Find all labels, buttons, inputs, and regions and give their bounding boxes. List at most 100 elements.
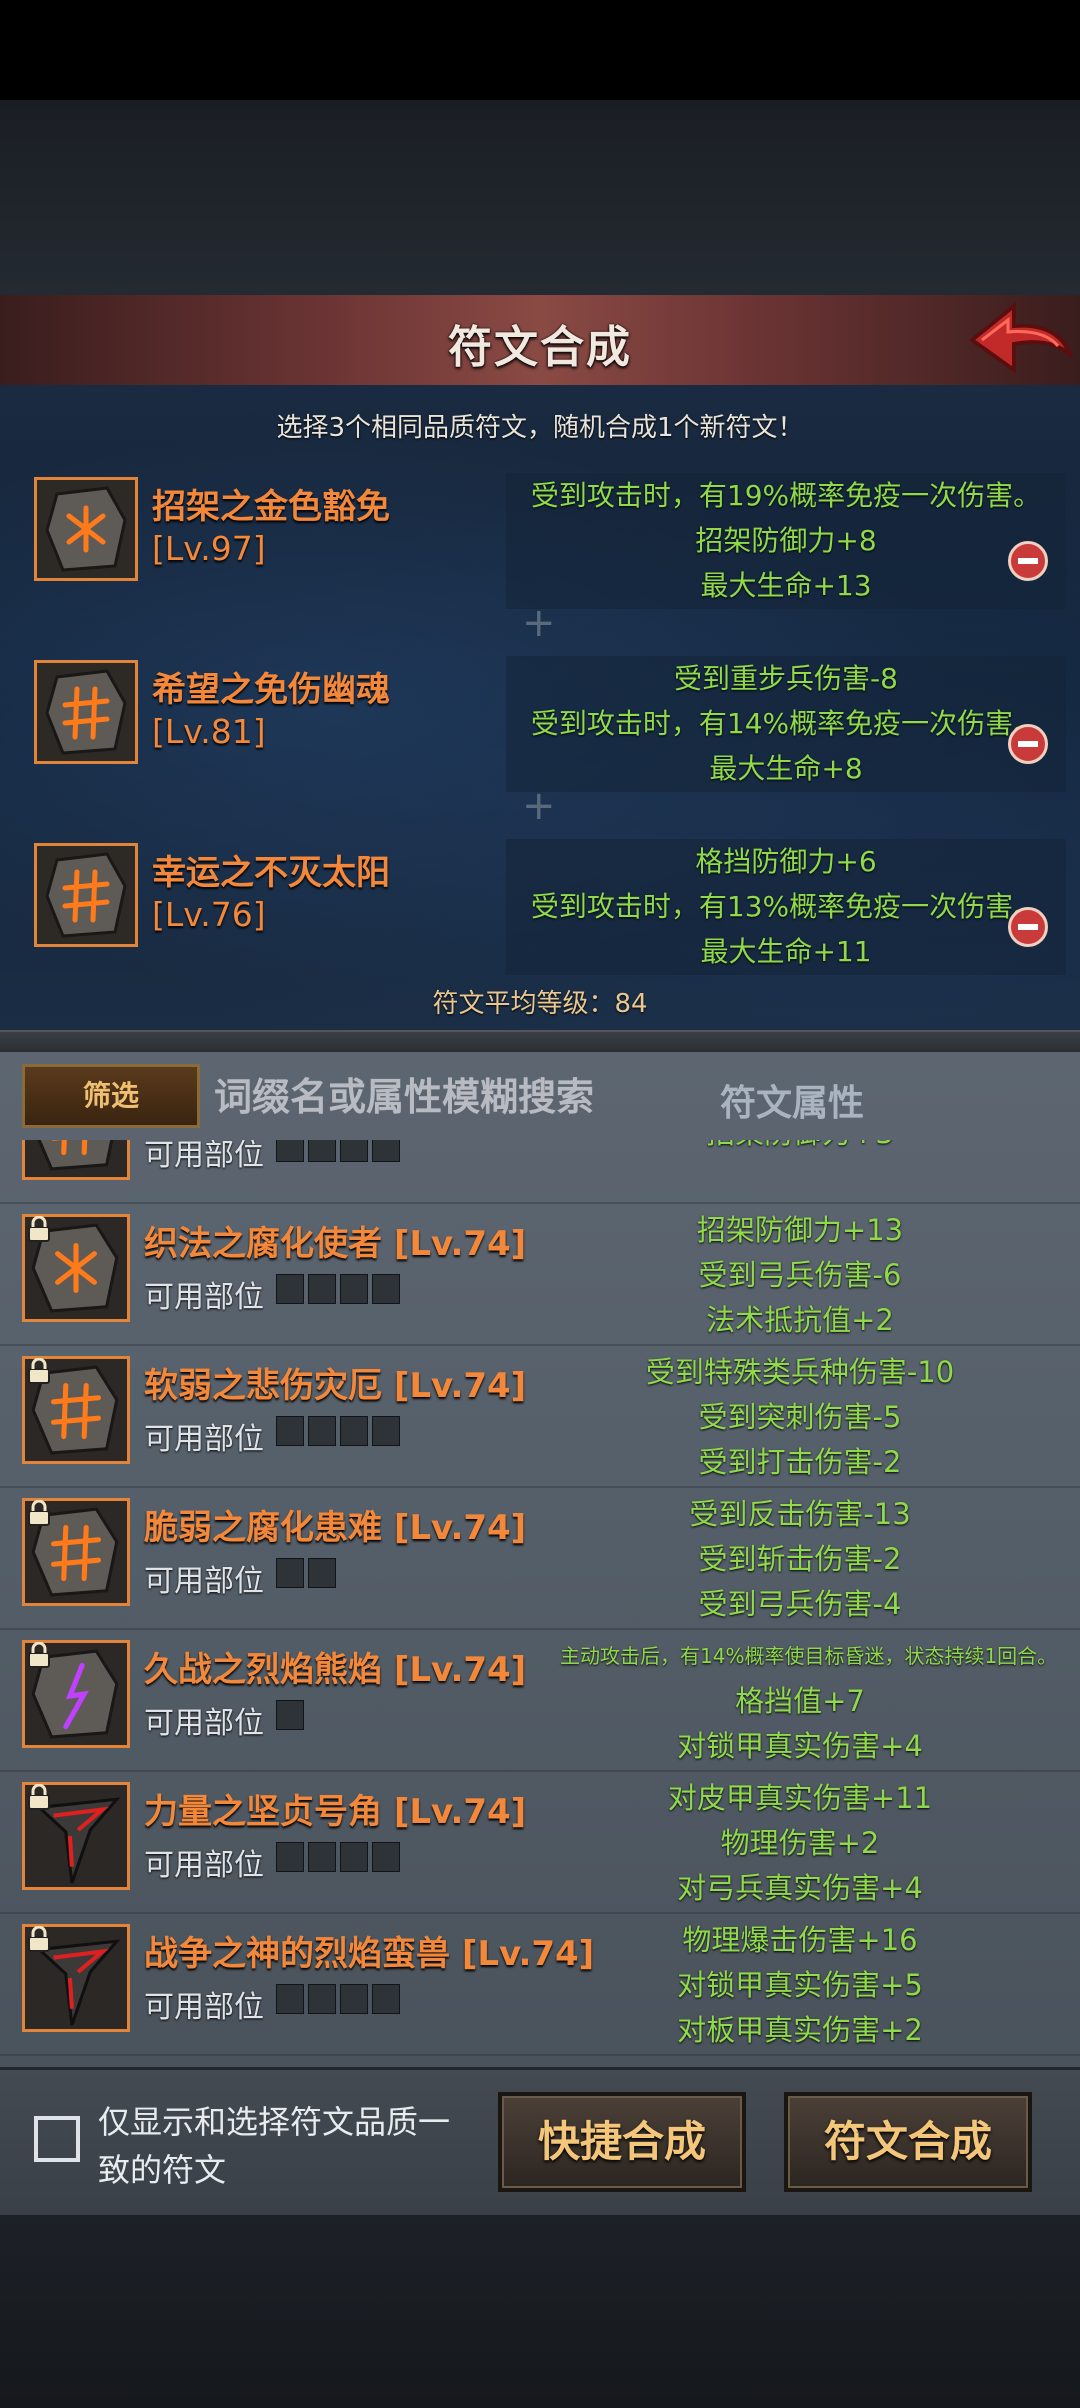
attribute-line: 招架防御力+8 xyxy=(695,524,877,557)
lock-icon xyxy=(28,1784,50,1810)
rune-level-text: [Lv.74] xyxy=(393,1366,527,1406)
rune-attributes: 对皮甲真实伤害+11 物理伤害+2 对弓兵真实伤害+4 xyxy=(560,1776,1040,1911)
search-input[interactable] xyxy=(212,1066,676,1128)
rune-name: 力量之坚贞号角 [Lv.74] xyxy=(144,1784,526,1833)
usable-parts-label: 可用部位 xyxy=(144,1564,264,1599)
rune-name: 希望之免伤幽魂 xyxy=(152,670,390,710)
attribute-filter-tab[interactable]: 符文属性 xyxy=(720,1074,864,1126)
usable-parts-label: 可用部位 xyxy=(144,1280,264,1315)
remove-rune-button[interactable] xyxy=(1008,724,1048,764)
rune-list-row[interactable]: 软弱之悲伤灾厄 [Lv.74] 可用部位 受到特殊类兵种伤害-10 受到突刺伤害-5 受… xyxy=(0,1344,1080,1488)
equip-part-icon xyxy=(276,1842,304,1872)
rune-level: [Lv.81] xyxy=(152,712,266,751)
usable-parts-label: 可用部位 xyxy=(144,1848,264,1883)
average-level: 符文平均等级：84 xyxy=(432,989,648,1019)
rune-level-text: [Lv.74] xyxy=(393,1792,527,1832)
equip-part-icon xyxy=(372,1274,400,1304)
attribute-line: 最大生命+13 xyxy=(700,569,872,602)
rune-list-row[interactable]: 织法之腐化使者 [Lv.74] 可用部位 招架防御力+13 受到弓兵伤害-6 法术抵抗值… xyxy=(0,1202,1080,1346)
rune-name: 脆弱之腐化患难 [Lv.74] xyxy=(144,1500,526,1549)
attribute-line: 招架防御力+3 xyxy=(560,1140,1040,1156)
top-dark-area xyxy=(0,100,1080,295)
rune-name-text: 织法之腐化使者 xyxy=(144,1224,382,1264)
attribute-line: 格挡值+7 xyxy=(735,1684,865,1718)
usable-parts xyxy=(276,1416,400,1450)
attribute-line: 受到斩击伤害-2 xyxy=(698,1542,902,1576)
attribute-line: 受到攻击时，有14%概率免疫一次伤害。 xyxy=(530,707,1042,740)
attribute-line: 受到弓兵伤害-6 xyxy=(698,1258,902,1292)
equip-part-icon xyxy=(308,1842,336,1872)
equip-part-icon xyxy=(340,1416,368,1446)
rune-level-text: [Lv.74] xyxy=(393,1650,527,1690)
footer-bar: 仅显示和选择符文品质一致的符文 快捷合成 符文合成 xyxy=(0,2067,1080,2218)
equip-part-icon xyxy=(308,1140,336,1162)
attribute-line: 受到打击伤害-2 xyxy=(698,1445,902,1479)
rune-name: 战争之神的烈焰蛮兽 [Lv.74] xyxy=(144,1926,594,1975)
attribute-line: 受到突刺伤害-5 xyxy=(698,1400,902,1434)
rune-attributes: 受到特殊类兵种伤害-10 受到突刺伤害-5 受到打击伤害-2 xyxy=(560,1350,1040,1485)
rune-name: 久战之烈焰熊焰 [Lv.74] xyxy=(144,1642,526,1691)
equip-part-icon xyxy=(308,1984,336,2014)
header-bar: 符文合成 xyxy=(0,295,1080,389)
rune-list-row[interactable]: 久战之烈焰熊焰 [Lv.74] 可用部位 主动攻击后，有14%概率使目标昏迷，状态持… xyxy=(0,1628,1080,1772)
rune-list-row[interactable]: 脆弱之腐化患难 [Lv.74] 可用部位 受到反击伤害-13 受到斩击伤害-2 受到弓兵… xyxy=(0,1486,1080,1630)
usable-parts-label: 可用部位 xyxy=(144,1140,264,1173)
rune-attributes: 物理爆击伤害+16 对锁甲真实伤害+5 对板甲真实伤害+2 xyxy=(560,1918,1040,2053)
attribute-line: 受到攻击时，有13%概率免疫一次伤害。 xyxy=(530,890,1042,923)
quality-filter-checkbox[interactable] xyxy=(34,2116,80,2162)
lock-icon xyxy=(28,1642,50,1668)
equip-part-icon xyxy=(372,1416,400,1446)
equip-part-icon xyxy=(276,1416,304,1446)
rune-name-text: 久战之烈焰熊焰 xyxy=(144,1650,382,1690)
attribute-line: 物理爆击伤害+16 xyxy=(682,1923,918,1957)
attribute-line: 受到攻击时，有19%概率免疫一次伤害。 xyxy=(530,479,1042,512)
plus-icon: + xyxy=(522,600,556,646)
rune-stone-icon xyxy=(22,1140,130,1180)
rune-attributes: 招架防御力+13 受到弓兵伤害-6 法术抵抗值+2 xyxy=(560,1208,1040,1343)
equip-part-icon xyxy=(308,1416,336,1446)
selected-rune-slot[interactable]: 招架之金色豁免 [Lv.97] 受到攻击时，有19%概率免疫一次伤害。 招架防御… xyxy=(26,473,1066,609)
attribute-line: 招架防御力+13 xyxy=(696,1213,904,1247)
rune-stone-icon xyxy=(34,843,138,947)
plus-icon: + xyxy=(522,783,556,829)
equip-part-icon xyxy=(372,1140,400,1162)
checkbox-label: 仅显示和选择符文品质一致的符文 xyxy=(98,2103,451,2189)
usable-parts xyxy=(276,1274,400,1308)
rune-attributes: 受到反击伤害-13 受到斩击伤害-2 受到弓兵伤害-4 xyxy=(560,1492,1040,1627)
rune-list-row[interactable]: 力量之坚贞号角 [Lv.74] 可用部位 对皮甲真实伤害+11 物理伤害+2 对弓兵真实… xyxy=(0,1770,1080,1914)
attribute-line: 对弓兵真实伤害+4 xyxy=(677,1871,923,1905)
selected-rune-slot[interactable]: 幸运之不灭太阳 [Lv.76] 格挡防御力+6 受到攻击时，有13%概率免疫一次… xyxy=(26,839,1066,975)
rune-stone-icon xyxy=(34,660,138,764)
synthesis-panel: 选择3个相同品质符文，随机合成1个新符文！ 招架之金色豁免 [Lv.97] 受到… xyxy=(0,385,1080,1030)
attribute-line: 受到反击伤害-13 xyxy=(689,1497,911,1531)
rune-list[interactable]: 可用部位法术防御力+10招架防御力+3织法之腐化使者 [Lv.74]可用部位招架… xyxy=(0,1140,1080,2060)
lock-icon xyxy=(28,1926,50,1952)
rune-name-text: 力量之坚贞号角 xyxy=(144,1792,382,1832)
attribute-line: 对锁甲真实伤害+5 xyxy=(677,1968,923,2002)
usable-parts xyxy=(276,1558,336,1592)
rune-list-row[interactable]: 战争之神的烈焰蛮兽 [Lv.74] 可用部位 物理爆击伤害+16 对锁甲真实伤害+5 对… xyxy=(0,1912,1080,2056)
rune-list-row[interactable]: 可用部位 法术防御力+10招架防御力+3 xyxy=(0,1140,1080,1204)
selected-rune-slot[interactable]: 希望之免伤幽魂 [Lv.81] 受到重步兵伤害-8 受到攻击时，有14%概率免疫… xyxy=(26,656,1066,792)
rune-attributes: 受到重步兵伤害-8 受到攻击时，有14%概率免疫一次伤害。 最大生命+8 xyxy=(506,656,1066,792)
equip-part-icon xyxy=(372,1842,400,1872)
rune-name: 软弱之悲伤灾厄 [Lv.74] xyxy=(144,1358,526,1407)
bottom-dark-area xyxy=(0,2215,1080,2408)
remove-rune-button[interactable] xyxy=(1008,907,1048,947)
rune-name-text: 脆弱之腐化患难 xyxy=(144,1508,382,1548)
attribute-line: 主动攻击后，有14%概率使目标昏迷，状态持续1回合。 xyxy=(560,1644,1058,1668)
synthesis-hint: 选择3个相同品质符文，随机合成1个新符文！ xyxy=(276,413,804,443)
equip-part-icon xyxy=(372,1984,400,2014)
usable-parts xyxy=(276,1700,304,1734)
synthesis-button[interactable]: 符文合成 xyxy=(784,2092,1032,2192)
remove-rune-button[interactable] xyxy=(1008,541,1048,581)
usable-parts xyxy=(276,1984,400,2018)
rune-name: 幸运之不灭太阳 xyxy=(152,853,390,893)
equip-part-icon xyxy=(308,1558,336,1588)
back-arrow-icon[interactable] xyxy=(968,300,1074,380)
filter-button[interactable]: 筛选 xyxy=(22,1064,200,1128)
equip-part-icon xyxy=(340,1984,368,2014)
quick-synthesis-button[interactable]: 快捷合成 xyxy=(498,2092,746,2192)
equip-part-icon xyxy=(276,1140,304,1162)
rune-attributes: 格挡防御力+6 受到攻击时，有13%概率免疫一次伤害。 最大生命+11 xyxy=(506,839,1066,975)
